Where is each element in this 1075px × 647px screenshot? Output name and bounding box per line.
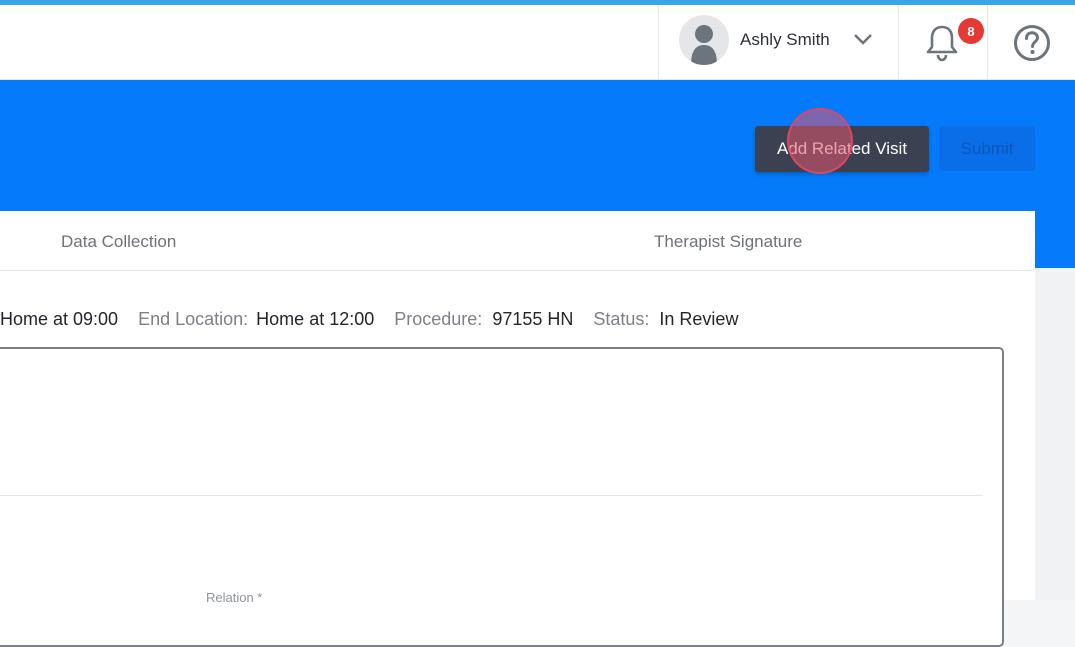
relation-field-label: Relation * [206,590,263,605]
bell-icon [926,25,958,62]
panel-divider [0,495,983,496]
notification-count-badge: 8 [958,18,984,44]
tab-therapist-signature[interactable]: Therapist Signature [654,232,802,252]
form-panel [0,347,1004,647]
notifications-button[interactable]: 8 [898,5,987,80]
end-location-value: Home at 12:00 [256,309,375,329]
avatar-icon [679,15,729,65]
top-header: Ashly Smith 8 [0,5,1075,80]
add-related-visit-button[interactable]: Add Related Visit [755,126,929,172]
status-value: In Review [659,309,739,329]
submit-button[interactable]: Submit [939,126,1035,171]
main-content: Data Collection Therapist Signature Home… [0,211,1035,647]
start-location-value: Home at 09:00 [0,309,119,329]
visit-info-row: Home at 09:00 End Location: Home at 12:00 P… [0,309,738,330]
status-label: Status: [593,309,650,329]
tab-data-collection[interactable]: Data Collection [61,232,176,252]
end-location-label: End Location: [138,309,249,329]
help-icon [1014,25,1050,61]
user-name: Ashly Smith [740,30,830,49]
user-menu[interactable]: Ashly Smith [658,5,898,80]
chevron-down-icon[interactable] [853,32,873,46]
page-header-band-extension [1035,211,1075,268]
procedure-value: 97155 HN [492,309,574,329]
tab-bar: Data Collection Therapist Signature [0,211,1035,271]
right-gutter [1035,268,1075,600]
help-button[interactable] [987,5,1075,80]
procedure-label: Procedure: [394,309,483,329]
